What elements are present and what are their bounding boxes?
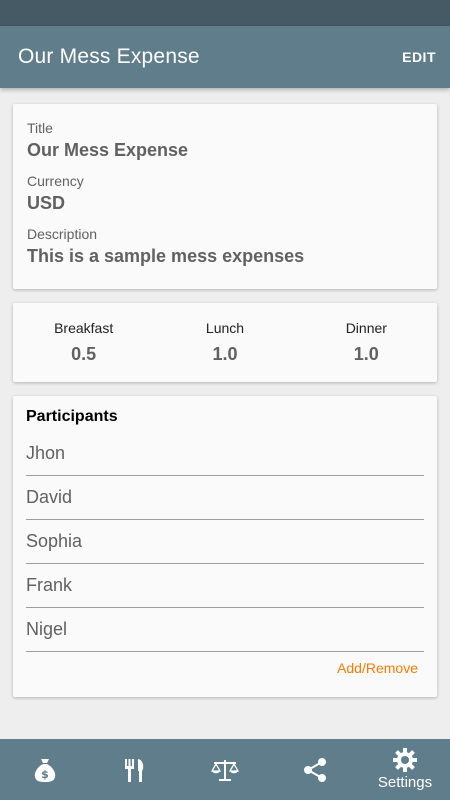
- meal-value: 1.0: [353, 344, 379, 364]
- nav-settings[interactable]: Settings: [360, 739, 450, 800]
- description-value: This is a sample mess expenses: [27, 246, 305, 266]
- participant-item[interactable]: Sophia: [26, 520, 424, 564]
- svg-text:$: $: [41, 768, 49, 781]
- balance-scale-icon: [211, 759, 239, 781]
- nav-share[interactable]: [270, 739, 360, 800]
- meal-lunch: Lunch 1.0: [154, 303, 295, 382]
- participants-heading: Participants: [26, 408, 118, 425]
- nav-meals[interactable]: [90, 739, 180, 800]
- meals-card: Breakfast 0.5 Lunch 1.0 Dinner 1.0: [13, 303, 437, 382]
- meal-value: 1.0: [212, 344, 238, 364]
- meal-value: 0.5: [71, 344, 97, 364]
- meal-label: Breakfast: [54, 320, 114, 336]
- app-title: Our Mess Expense: [18, 45, 200, 68]
- fork-knife-icon: [125, 758, 144, 782]
- info-card: Title Our Mess Expense Currency USD Desc…: [13, 104, 437, 289]
- nav-balance[interactable]: [180, 739, 270, 800]
- money-bag-icon: $: [34, 758, 56, 782]
- participant-item[interactable]: Jhon: [26, 432, 424, 476]
- participant-item[interactable]: David: [26, 476, 424, 520]
- gear-icon: [393, 748, 417, 772]
- nav-expenses[interactable]: $: [0, 739, 90, 800]
- meal-label: Dinner: [345, 320, 387, 336]
- meal-label: Lunch: [205, 320, 245, 336]
- title-label: Title: [27, 120, 53, 136]
- participant-item[interactable]: Frank: [26, 564, 424, 608]
- participants-card: Participants Jhon David Sophia Frank Nig…: [13, 396, 437, 697]
- meal-breakfast: Breakfast 0.5: [13, 303, 154, 382]
- currency-label: Currency: [27, 173, 84, 189]
- app-bar: Our Mess Expense EDIT: [0, 26, 450, 88]
- share-icon: [304, 757, 326, 782]
- bottom-nav: $ Settings: [0, 739, 450, 800]
- title-value: Our Mess Expense: [27, 140, 189, 160]
- status-bar: [0, 0, 450, 26]
- nav-settings-label: Settings: [377, 774, 433, 791]
- description-label: Description: [27, 226, 98, 242]
- participant-item[interactable]: Nigel: [26, 608, 424, 652]
- currency-value: USD: [27, 193, 66, 213]
- edit-button[interactable]: EDIT: [402, 49, 436, 65]
- add-remove-button[interactable]: Add/Remove: [337, 660, 418, 676]
- meal-dinner: Dinner 1.0: [296, 303, 437, 382]
